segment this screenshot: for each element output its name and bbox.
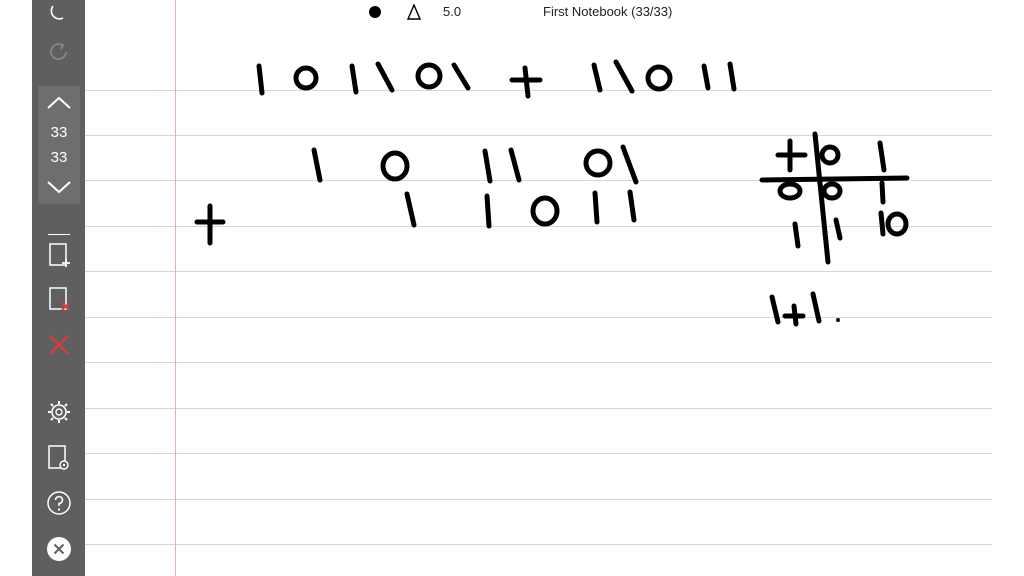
ink-period (836, 318, 840, 322)
handwritten-row1 (311, 144, 639, 185)
handwritten-plus (194, 203, 226, 246)
addition-table (759, 131, 910, 327)
handwritten-row2 (404, 189, 637, 229)
handwritten-problem (256, 59, 737, 99)
handwriting-ink (194, 59, 910, 327)
